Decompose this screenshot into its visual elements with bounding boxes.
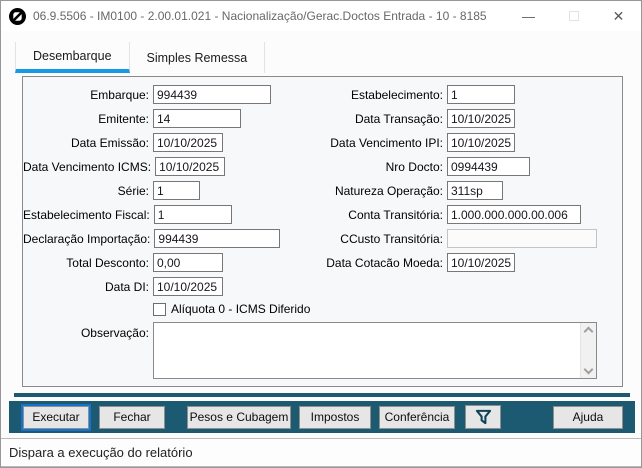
filter-button[interactable]: [465, 405, 501, 429]
toolbar: Executar Fechar Pesos e Cubagem Impostos…: [9, 401, 635, 433]
aliquota-checkbox[interactable]: [153, 302, 166, 316]
data-vencimento-icms-input[interactable]: [155, 157, 226, 176]
embarque-input[interactable]: [153, 85, 271, 104]
nro-docto-input[interactable]: [447, 157, 530, 176]
observacao-scrollbar[interactable]: [580, 323, 596, 378]
data-vencimento-ipi-label: Data Vencimento IPI:: [330, 135, 443, 150]
fechar-button[interactable]: Fechar: [99, 405, 165, 429]
nro-docto-label: Nro Docto:: [385, 159, 443, 174]
estabelecimento-input[interactable]: [447, 85, 515, 104]
serie-input[interactable]: [153, 181, 200, 200]
form-row-natureza-operacao: Natureza Operação:: [319, 181, 619, 200]
funnel-filter-icon: [475, 409, 491, 425]
aliquota-checkbox-label: Alíquota 0 - ICMS Diferido: [171, 302, 311, 316]
estabelecimento-fiscal-label: Estabelecimento Fiscal:: [23, 207, 150, 222]
form-row-estabelecimento-fiscal: Estabelecimento Fiscal:: [23, 205, 323, 224]
maximize-icon: [568, 11, 579, 21]
form-row-ccusto-transitoria: CCusto Transitória:: [319, 229, 619, 248]
data-vencimento-ipi-input[interactable]: [447, 133, 515, 152]
observacao-textarea[interactable]: [154, 323, 580, 378]
natureza-operacao-input[interactable]: [447, 181, 503, 200]
window-title: 06.9.5506 - IM0100 - 2.00.01.021 - Nacio…: [33, 9, 487, 23]
data-di-input[interactable]: [153, 277, 223, 296]
data-transacao-input[interactable]: [447, 109, 515, 128]
form-row-declaracao-importacao: Declaração Importação:: [23, 229, 323, 248]
data-transacao-label: Data Transação:: [354, 111, 443, 126]
form-row-estabelecimento: Estabelecimento:: [319, 85, 619, 104]
declaracao-importacao-input[interactable]: [154, 229, 281, 248]
embarque-label: Embarque:: [90, 87, 149, 102]
form-row-total-desconto: Total Desconto:: [23, 253, 323, 272]
form-groupbox: Embarque: Emitente: Data Emissão: Data Venc…: [22, 76, 623, 387]
form-row-conta-transitoria: Conta Transitória:: [319, 205, 619, 224]
close-button[interactable]: ✕: [596, 1, 641, 31]
ccusto-transitoria-input: [447, 229, 597, 248]
conta-transitoria-label: Conta Transitória:: [348, 207, 443, 222]
emitente-input[interactable]: [153, 109, 241, 128]
form-column-right: Estabelecimento: Data Transação: Data Venc…: [319, 85, 619, 277]
minimize-button[interactable]: —: [506, 1, 551, 31]
observacao-field-wrap: [153, 322, 597, 379]
form-row-emitente: Emitente:: [23, 109, 323, 128]
form-row-data-di: Data DI:: [23, 277, 323, 296]
tab-bar: Desembarque Simples Remessa: [15, 42, 266, 73]
form-row-data-emissao: Data Emissão:: [23, 133, 323, 152]
serie-label: Série:: [117, 183, 149, 198]
executar-button[interactable]: Executar: [23, 405, 89, 429]
pesos-e-cubagem-button[interactable]: Pesos e Cubagem: [187, 405, 291, 429]
conta-transitoria-input[interactable]: [447, 205, 581, 224]
tab-simples-remessa[interactable]: Simples Remessa: [130, 42, 266, 73]
data-emissao-input[interactable]: [153, 133, 223, 152]
data-emissao-label: Data Emissão:: [70, 135, 149, 150]
aliquota-checkbox-row: Alíquota 0 - ICMS Diferido: [153, 301, 622, 317]
form-row-data-vencimento-icms: Data Vencimento ICMS:: [23, 157, 323, 176]
data-vencimento-icms-label: Data Vencimento ICMS:: [23, 159, 152, 174]
title-bar: 06.9.5506 - IM0100 - 2.00.01.021 - Nacio…: [1, 1, 641, 31]
scroll-up-icon[interactable]: [583, 326, 594, 337]
observacao-row: Observação:: [23, 322, 622, 379]
impostos-button[interactable]: Impostos: [299, 405, 371, 429]
app-window: 06.9.5506 - IM0100 - 2.00.01.021 - Nacio…: [0, 0, 642, 468]
data-di-label: Data DI:: [104, 279, 149, 294]
total-desconto-input[interactable]: [153, 253, 223, 272]
form-row-embarque: Embarque:: [23, 85, 323, 104]
scroll-down-icon[interactable]: [583, 364, 594, 375]
maximize-button[interactable]: [551, 1, 596, 31]
observacao-label: Observação:: [80, 326, 149, 340]
form-row-serie: Série:: [23, 181, 323, 200]
total-desconto-label: Total Desconto:: [66, 255, 149, 270]
estabelecimento-fiscal-input[interactable]: [153, 205, 232, 224]
tab-desembarque[interactable]: Desembarque: [15, 42, 130, 73]
data-cotacao-moeda-input[interactable]: [447, 253, 515, 272]
conferencia-button[interactable]: Conferência: [379, 405, 455, 429]
form-column-left: Embarque: Emitente: Data Emissão: Data Venc…: [23, 85, 323, 296]
natureza-operacao-label: Natureza Operação:: [334, 183, 443, 198]
ajuda-button[interactable]: Ajuda: [553, 405, 623, 429]
data-cotacao-moeda-label: Data Cotacão Moeda:: [326, 255, 443, 270]
declaracao-importacao-label: Declaração Importação:: [23, 231, 151, 246]
status-bar: Dispara a execução do relatório: [1, 438, 641, 467]
app-logo-icon: [9, 7, 26, 25]
status-text: Dispara a execução do relatório: [9, 445, 193, 460]
form-row-data-vencimento-ipi: Data Vencimento IPI:: [319, 133, 619, 152]
emitente-label: Emitente:: [98, 111, 149, 126]
window-controls: — ✕: [506, 1, 641, 31]
toolbar-accent-strip: [14, 393, 630, 397]
ccusto-transitoria-label: CCusto Transitória:: [340, 231, 443, 246]
form-row-data-transacao: Data Transação:: [319, 109, 619, 128]
form-row-nro-docto: Nro Docto:: [319, 157, 619, 176]
form-row-data-cotacao-moeda: Data Cotacão Moeda:: [319, 253, 619, 272]
estabelecimento-label: Estabelecimento:: [350, 87, 443, 102]
